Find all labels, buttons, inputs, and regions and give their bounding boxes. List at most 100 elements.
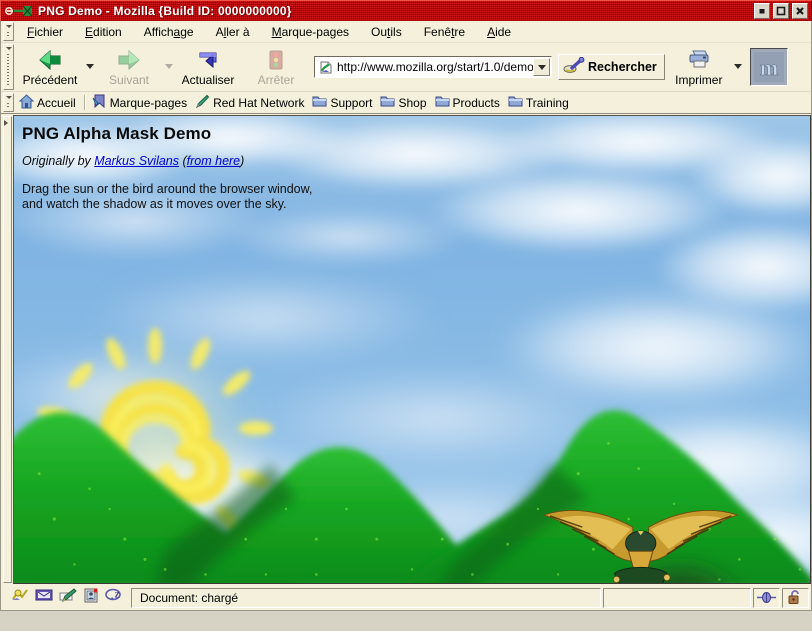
component-bar: Z (3, 587, 129, 608)
security-status[interactable] (782, 587, 809, 608)
browser-window: PNG Demo - Mozilla {Build ID: 0000000000… (0, 0, 812, 631)
stop-icon (263, 48, 289, 72)
bookmark-label: Accueil (37, 95, 76, 110)
bookmark-accueil[interactable]: Accueil (16, 93, 81, 113)
page-content: PNG Alpha Mask Demo Originally by Markus… (22, 124, 312, 212)
url-text[interactable]: http://www.mozilla.org/start/1.0/demo (337, 60, 533, 74)
home-icon (18, 93, 35, 112)
bookmark-red-hat-network[interactable]: Red Hat Network (192, 93, 309, 113)
back-arrow-icon (37, 48, 63, 72)
composer-icon[interactable] (59, 587, 77, 608)
folder-icon (380, 94, 395, 111)
forward-dropdown[interactable] (163, 42, 174, 92)
menu-outils[interactable]: Outils (360, 23, 413, 41)
bookmark-label: Support (330, 95, 373, 110)
search-label: Rechercher (588, 60, 657, 74)
byline-prefix: Originally by (22, 154, 95, 168)
print-label: Imprimer (675, 73, 723, 87)
print-button[interactable]: Imprimer (665, 47, 733, 87)
navbar-grippy[interactable] (3, 44, 14, 90)
url-dropdown-button[interactable] (533, 58, 550, 76)
window-controls (754, 3, 808, 19)
page-favicon-icon (318, 60, 334, 75)
bookmarks-toolbar: Accueil Marque-pages Red Hat Network Sup… (1, 92, 811, 114)
navigator-icon[interactable] (11, 587, 29, 608)
maximize-button[interactable] (773, 3, 789, 19)
svg-text:Z: Z (115, 591, 120, 600)
connection-status[interactable] (753, 587, 780, 608)
menu-aller-a[interactable]: Aller à (205, 23, 261, 41)
back-button[interactable]: Précédent (16, 47, 84, 87)
search-button[interactable]: Rechercher (558, 54, 665, 80)
forward-arrow-icon (116, 48, 142, 72)
back-label: Précédent (22, 73, 78, 87)
minimize-button[interactable] (754, 3, 770, 19)
menu-affichage[interactable]: Affichage (133, 23, 205, 41)
bookmarks-grippy[interactable] (3, 93, 14, 112)
bookmark-label: Training (525, 95, 569, 110)
mozilla-m-icon: m (753, 52, 784, 82)
forward-label: Suivant (108, 73, 150, 87)
source-link[interactable]: from here (187, 154, 241, 168)
mozilla-logo-button[interactable]: m (749, 48, 788, 86)
bookmark-products[interactable]: Products (432, 93, 505, 112)
navigation-toolbar: Précédent Suivant Actualiser Arrêter htt… (1, 43, 811, 92)
close-button[interactable] (792, 3, 808, 19)
content-area: PNG Alpha Mask Demo Originally by Markus… (0, 114, 812, 585)
instructions-line-2: and watch the shadow as it moves over th… (22, 197, 287, 211)
print-dropdown[interactable] (733, 42, 744, 92)
bookmark-label: Marque-pages (109, 95, 188, 110)
progress-meter (603, 587, 751, 608)
bookmark-icon (92, 94, 107, 112)
bookmark-marque-pages[interactable]: Marque-pages (89, 93, 192, 113)
bookmark-label: Products (452, 95, 500, 110)
connection-icon (757, 592, 776, 603)
folder-icon (508, 94, 523, 111)
bookmarks-separator (83, 95, 86, 110)
instructions-line-1: Drag the sun or the bird around the brow… (22, 182, 313, 196)
menu-bar: Fichier Edition Affichage Aller à Marque… (1, 21, 811, 43)
menu-aide[interactable]: Aide (476, 23, 522, 41)
mail-icon[interactable] (35, 588, 53, 607)
stop-label: Arrêter (257, 73, 295, 87)
url-bar[interactable]: http://www.mozilla.org/start/1.0/demo (314, 56, 552, 78)
unlocked-padlock-icon (788, 590, 799, 604)
folder-icon (312, 94, 327, 111)
bookmark-support[interactable]: Support (309, 93, 377, 112)
addressbook-icon[interactable] (83, 588, 99, 608)
menu-marque-pages[interactable]: Marque-pages (261, 23, 360, 41)
menubar-grippy[interactable] (3, 22, 14, 41)
pen-icon (195, 94, 210, 112)
page-title: PNG Alpha Mask Demo (22, 124, 212, 143)
bookmark-training[interactable]: Training (505, 93, 574, 112)
author-link[interactable]: Markus Svilans (94, 154, 179, 168)
stop-button[interactable]: Arrêter (242, 47, 310, 87)
reload-button[interactable]: Actualiser (174, 47, 242, 87)
search-icon (563, 56, 585, 77)
reload-label: Actualiser (181, 73, 235, 87)
bookmark-label: Shop (398, 95, 427, 110)
toolbars: Fichier Edition Affichage Aller à Marque… (0, 21, 812, 114)
window-title: PNG Demo - Mozilla {Build ID: 0000000000… (38, 4, 292, 18)
menu-edition[interactable]: Edition (74, 23, 133, 41)
window-menu-icon[interactable] (4, 4, 35, 19)
bookmark-label: Red Hat Network (213, 95, 305, 110)
svg-text:m: m (760, 55, 778, 80)
status-bar: Z Document: chargé (0, 585, 812, 611)
page-byline: Originally by Markus Svilans (from here) (22, 154, 312, 168)
folder-icon (435, 94, 450, 111)
printer-icon (686, 48, 712, 72)
title-bar[interactable]: PNG Demo - Mozilla {Build ID: 0000000000… (0, 0, 812, 21)
sidebar-grippy[interactable] (3, 116, 12, 583)
status-message: Document: chargé (131, 587, 601, 608)
byline-open: ( (179, 154, 187, 168)
chatzilla-icon[interactable]: Z (105, 588, 123, 607)
bookmark-shop[interactable]: Shop (377, 93, 431, 112)
page-viewport[interactable]: PNG Alpha Mask Demo Originally by Markus… (13, 115, 811, 584)
byline-close: ) (240, 154, 245, 168)
back-dropdown[interactable] (84, 42, 95, 92)
menu-fenetre[interactable]: Fenêtre (413, 23, 476, 41)
menu-fichier[interactable]: Fichier (16, 23, 74, 41)
reload-icon (195, 48, 221, 72)
forward-button[interactable]: Suivant (95, 47, 163, 87)
